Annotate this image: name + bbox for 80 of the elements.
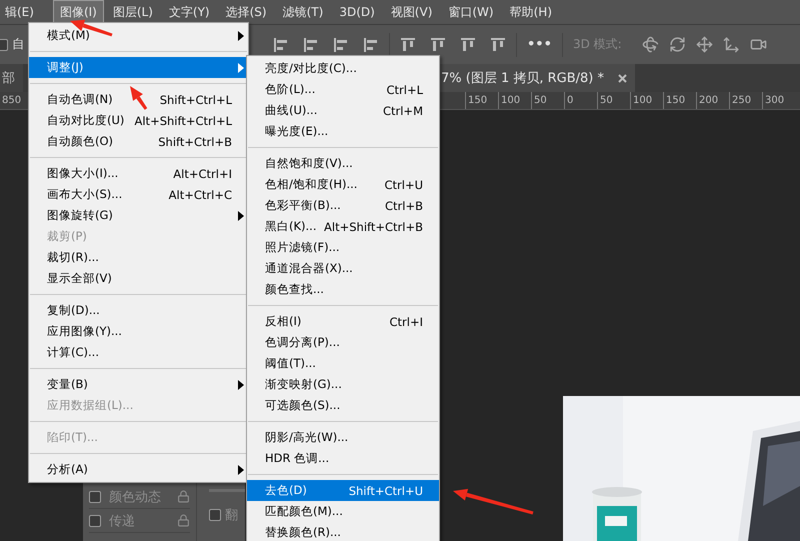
menu-item[interactable]: 阴影/高光(W)...: [247, 427, 439, 448]
menu-item[interactable]: HDR 色调...: [247, 448, 439, 469]
align-icon[interactable]: [333, 36, 349, 52]
menubar-item[interactable]: 滤镜(T): [276, 0, 330, 24]
menu-item[interactable]: 反相(I) Ctrl+I: [247, 311, 439, 332]
align-icon[interactable]: [363, 36, 379, 52]
checkbox-label: 自: [12, 36, 25, 53]
ruler-label: 150: [465, 92, 498, 109]
ruler-label: 100: [498, 92, 531, 109]
menu-item[interactable]: 色彩平衡(B)... Ctrl+B: [247, 195, 439, 216]
rotate-icon[interactable]: [642, 36, 659, 53]
menu-item[interactable]: 画布大小(S)... Alt+Ctrl+C: [29, 184, 248, 205]
menu-item[interactable]: 色相/饱和度(H)... Ctrl+U: [247, 174, 439, 195]
align-icon[interactable]: [400, 36, 416, 52]
ruler-label: 250: [729, 92, 762, 109]
lock-icon[interactable]: [177, 514, 190, 527]
menubar-item[interactable]: 帮助(H): [502, 0, 559, 24]
menu-item[interactable]: 分析(A): [29, 459, 248, 480]
menu-item[interactable]: 图像大小(I)... Alt+Ctrl+I: [29, 163, 248, 184]
checkbox[interactable]: [209, 509, 221, 521]
ruler-label: 850: [1, 94, 22, 108]
more-options-button[interactable]: •••: [527, 37, 552, 52]
menu-item[interactable]: 自然饱和度(V)...: [247, 153, 439, 174]
menu-item[interactable]: 曲线(U)... Ctrl+M: [247, 100, 439, 121]
menu-item[interactable]: 显示全部(V): [29, 268, 248, 289]
menu-item[interactable]: 曝光度(E)...: [247, 121, 439, 142]
option-label: 传递: [109, 512, 136, 530]
menubar-item[interactable]: 选择(S): [218, 0, 274, 24]
menu-item[interactable]: 自动对比度(U) Alt+Shift+Ctrl+L: [29, 110, 248, 131]
menubar-item[interactable]: 文字(Y): [162, 0, 217, 24]
option-label: 翻: [225, 507, 239, 524]
checkbox[interactable]: [89, 514, 101, 526]
menu-item[interactable]: 通道混合器(X)...: [247, 258, 439, 279]
menu-item[interactable]: 渐变映射(G)...: [247, 374, 439, 395]
menu-item[interactable]: 亮度/对比度(C)...: [247, 58, 439, 79]
ruler-label: 0: [564, 92, 597, 109]
menu-item[interactable]: 替换颜色(R)...: [247, 522, 439, 541]
menu-item[interactable]: 应用图像(Y)...: [29, 321, 248, 342]
lock-icon[interactable]: [177, 490, 190, 503]
menu-item[interactable]: 复制(D)...: [29, 300, 248, 321]
menu-item[interactable]: 自动颜色(O) Shift+Ctrl+B: [29, 131, 248, 152]
menu-item[interactable]: 照片滤镜(F)...: [247, 237, 439, 258]
menu-item[interactable]: 色调分离(P)...: [247, 332, 439, 353]
close-icon[interactable]: [618, 74, 628, 82]
ruler-label: 50: [531, 92, 564, 109]
menu-item[interactable]: 色阶(L)... Ctrl+L: [247, 79, 439, 100]
menu-item[interactable]: 调整(J): [29, 57, 248, 78]
ruler-label: 100: [630, 92, 663, 109]
ruler-label: 150: [663, 92, 696, 109]
option-label: 颜色动态: [109, 488, 162, 506]
menubar-item[interactable]: 辑(E): [0, 0, 41, 24]
menu-item[interactable]: 可选颜色(S)...: [247, 395, 439, 416]
menu-item[interactable]: 匹配颜色(M)...: [247, 501, 439, 522]
menu-item[interactable]: 变量(B): [29, 374, 248, 395]
menu-item[interactable]: 计算(C)...: [29, 342, 248, 363]
menu-item[interactable]: 颜色查找...: [247, 279, 439, 300]
ruler-label: 200: [696, 92, 729, 109]
align-icon[interactable]: [490, 36, 506, 52]
align-icon[interactable]: [303, 36, 319, 52]
menubar-item[interactable]: 窗口(W): [441, 0, 501, 24]
menu-item[interactable]: 图像旋转(G): [29, 205, 248, 226]
menu-item[interactable]: 裁切(R)...: [29, 247, 248, 268]
align-icon[interactable]: [430, 36, 446, 52]
document-tab[interactable]: 部: [0, 64, 23, 92]
menu-item[interactable]: 黑白(K)... Alt+Shift+Ctrl+B: [247, 216, 439, 237]
ruler-label: 50: [597, 92, 630, 109]
menu-item[interactable]: 模式(M): [29, 25, 248, 46]
orbit-icon[interactable]: [668, 36, 686, 53]
checkbox[interactable]: [89, 490, 101, 502]
ruler-label: 300: [762, 92, 795, 109]
menu-item[interactable]: 自动色调(N) Shift+Ctrl+L: [29, 89, 248, 110]
menu-item[interactable]: 阈值(T)...: [247, 353, 439, 374]
menu-item[interactable]: 去色(D) Shift+Ctrl+U: [247, 480, 439, 501]
menubar-item[interactable]: 图层(L): [106, 0, 160, 24]
align-icon[interactable]: [273, 36, 289, 52]
align-icon[interactable]: [460, 36, 476, 52]
annotation-arrow: [130, 86, 148, 110]
menubar-item[interactable]: 3D(D): [332, 1, 382, 23]
menubar-item[interactable]: 视图(V): [384, 0, 440, 24]
document-tab[interactable]: 7% (图层 1 拷贝, RGB/8) *: [439, 64, 636, 92]
